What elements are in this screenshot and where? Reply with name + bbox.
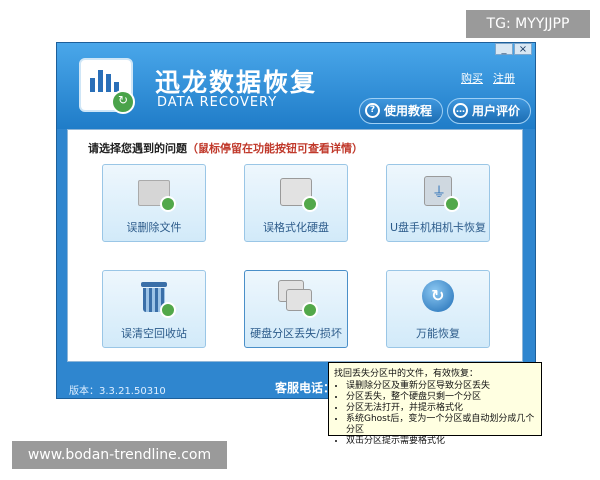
chat-icon: … bbox=[453, 103, 468, 118]
prompt-label: 请选择您遇到的问题 bbox=[88, 142, 187, 155]
tooltip-item: 误删除分区及重新分区导致分区丢失 bbox=[346, 381, 536, 392]
app-title: 迅龙数据恢复 bbox=[155, 68, 318, 97]
tile-usb-card[interactable]: ⏚ U盘手机相机卡恢复 bbox=[386, 164, 490, 242]
folder-recover-icon bbox=[136, 174, 176, 212]
logo-bar bbox=[90, 78, 95, 92]
disk-recover-icon bbox=[278, 174, 318, 212]
tooltip-item: 双击分区提示需要格式化 bbox=[346, 436, 536, 447]
tile-deleted-files[interactable]: 误删除文件 bbox=[102, 164, 206, 242]
usb-recover-icon: ⏚ bbox=[420, 174, 460, 212]
tile-label: 硬盘分区丢失/损坏 bbox=[250, 327, 342, 340]
header: ↻ 迅龙数据恢复 DATA RECOVERY _ × 购买 注册 ? 使用教程 … bbox=[57, 43, 535, 129]
logo-bar bbox=[106, 74, 111, 92]
tile-formatted-disk[interactable]: 误格式化硬盘 bbox=[244, 164, 348, 242]
tooltip-item: 系统Ghost后，变为一个分区或自动划分成几个分区 bbox=[346, 414, 536, 436]
tile-label: 误清空回收站 bbox=[121, 327, 187, 340]
tutorial-button[interactable]: ? 使用教程 bbox=[359, 98, 444, 124]
tooltip-title: 找回丢失分区中的文件，有效恢复： bbox=[334, 369, 479, 379]
refresh-icon: ↻ bbox=[431, 286, 445, 305]
usb-symbol-icon: ⏚ bbox=[432, 185, 446, 201]
logo-bar bbox=[98, 70, 103, 92]
app-logo: ↻ bbox=[79, 58, 135, 114]
tile-label: 万能恢复 bbox=[416, 327, 460, 340]
recover-badge bbox=[444, 196, 460, 212]
app-subtitle: DATA RECOVERY bbox=[157, 95, 278, 110]
app-window: ↻ 迅龙数据恢复 DATA RECOVERY _ × 购买 注册 ? 使用教程 … bbox=[56, 42, 536, 399]
review-button[interactable]: … 用户评价 bbox=[447, 98, 532, 124]
watermark-top-right: TG: MYYJJPP bbox=[466, 10, 590, 38]
tooltip-item: 分区丢失，整个硬盘只剩一个分区 bbox=[346, 392, 536, 403]
register-link[interactable]: 注册 bbox=[493, 70, 515, 86]
partition-tooltip: 找回丢失分区中的文件，有效恢复： 误删除分区及重新分区导致分区丢失 分区丢失，整… bbox=[328, 362, 542, 446]
minimize-button[interactable]: _ bbox=[495, 43, 513, 55]
tile-label: 误格式化硬盘 bbox=[263, 221, 329, 234]
tile-label: 误删除文件 bbox=[126, 221, 182, 234]
recover-icon: ↻ bbox=[111, 90, 135, 114]
version-text: 版本：3.3.21.50310 bbox=[69, 386, 166, 397]
tile-recycle-bin[interactable]: 误清空回收站 bbox=[102, 270, 206, 348]
tile-label: U盘手机相机卡恢复 bbox=[389, 221, 487, 234]
recover-badge bbox=[302, 196, 318, 212]
tile-partition-lost[interactable]: 硬盘分区丢失/损坏 bbox=[244, 270, 348, 348]
buy-link[interactable]: 购买 bbox=[461, 70, 483, 86]
recover-badge bbox=[302, 302, 318, 318]
close-button[interactable]: × bbox=[514, 43, 532, 55]
universal-recover-icon: ↻ bbox=[420, 280, 456, 314]
partition-recover-icon bbox=[278, 280, 318, 318]
tooltip-item: 分区无法打开，并提示格式化 bbox=[346, 403, 536, 414]
bin-lid bbox=[141, 282, 167, 287]
tile-universal-recovery[interactable]: ↻ 万能恢复 bbox=[386, 270, 490, 348]
watermark-bottom-left: www.bodan-trendline.com bbox=[12, 441, 227, 469]
main-panel: 请选择您遇到的问题（鼠标停留在功能按钮可查看详情） 误删除文件 误格式化硬盘 ⏚… bbox=[67, 129, 523, 362]
service-phone: 客服电话： bbox=[275, 381, 336, 395]
recover-badge bbox=[160, 196, 176, 212]
help-icon: ? bbox=[365, 103, 380, 118]
tutorial-label: 使用教程 bbox=[384, 104, 433, 118]
review-label: 用户评价 bbox=[472, 104, 521, 118]
prompt-text: 请选择您遇到的问题（鼠标停留在功能按钮可查看详情） bbox=[88, 140, 363, 156]
tooltip-list: 误删除分区及重新分区导致分区丢失 分区丢失，整个硬盘只剩一个分区 分区无法打开，… bbox=[334, 381, 536, 447]
recycle-bin-icon bbox=[136, 280, 176, 318]
prompt-hint: （鼠标停留在功能按钮可查看详情） bbox=[187, 142, 363, 155]
recover-badge bbox=[160, 302, 176, 318]
